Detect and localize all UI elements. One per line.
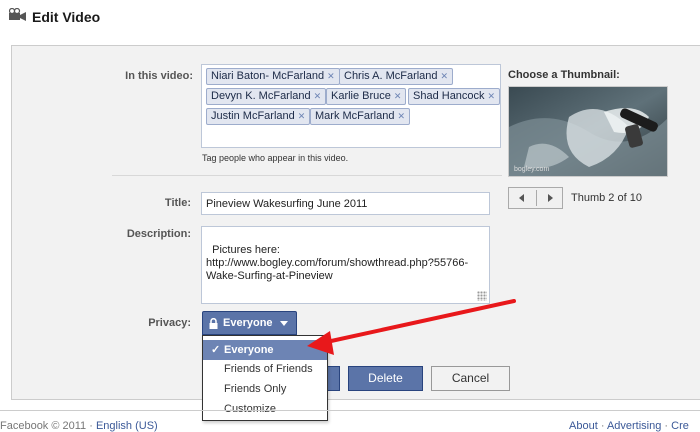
tag-token[interactable]: Shad Hancock ✕ <box>408 88 501 105</box>
title-input[interactable] <box>201 192 490 215</box>
remove-tag-icon[interactable]: ✕ <box>298 111 306 121</box>
tags-hint: Tag people who appear in this video. <box>202 153 349 163</box>
chevron-left-icon <box>519 194 524 202</box>
resize-grip-icon[interactable] <box>477 291 487 301</box>
privacy-option-everyone[interactable]: ✓ Everyone <box>203 340 327 360</box>
thumbnail-prev-button[interactable] <box>509 188 536 208</box>
remove-tag-icon[interactable]: ✕ <box>488 91 496 101</box>
tags-label: In this video: <box>125 70 193 82</box>
description-label: Description: <box>126 228 191 240</box>
copyright-text: Facebook © 2011 · <box>0 420 93 432</box>
dialog-header: Edit Video <box>0 0 700 34</box>
divider <box>112 175 502 176</box>
thumbnail-watermark: bogley.com <box>514 166 550 173</box>
privacy-dropdown-button[interactable]: Everyone <box>202 311 297 335</box>
delete-button[interactable]: Delete <box>348 366 423 391</box>
tag-name: Chris A. McFarland <box>344 70 438 82</box>
tag-name: Shad Hancock <box>413 90 485 102</box>
tag-token[interactable]: Mark McFarland ✕ <box>310 108 411 125</box>
create-page-link[interactable]: Cre <box>671 420 689 432</box>
tag-token[interactable]: Devyn K. McFarland ✕ <box>206 88 327 105</box>
video-camera-icon <box>9 8 26 21</box>
privacy-option-friends-of-friends[interactable]: Friends of Friends <box>203 359 327 379</box>
option-label: Customize <box>224 403 276 415</box>
thumbnail-picture <box>509 87 667 176</box>
description-textarea[interactable]: Pictures here: http://www.bogley.com/for… <box>201 226 490 304</box>
tag-name: Justin McFarland <box>211 110 295 122</box>
footer-separator: · <box>600 420 605 432</box>
footer-separator: · <box>664 420 669 432</box>
page-title: Edit Video <box>32 9 101 25</box>
privacy-label: Privacy: <box>148 317 191 329</box>
thumbnail-counter: Thumb 2 of 10 <box>571 192 642 204</box>
description-text: Pictures here: http://www.bogley.com/for… <box>206 244 469 282</box>
option-label: Friends Only <box>224 383 287 395</box>
tag-token[interactable]: Justin McFarland ✕ <box>206 108 311 125</box>
remove-tag-icon[interactable]: ✕ <box>327 71 335 81</box>
privacy-selected-label: Everyone <box>223 317 273 329</box>
checkmark-icon: ✓ <box>211 344 221 356</box>
cancel-button[interactable]: Cancel <box>431 366 510 391</box>
thumbnail-image[interactable]: bogley.com <box>508 86 668 177</box>
privacy-option-customize[interactable]: Customize <box>203 399 327 419</box>
tag-token[interactable]: Niari Baton- McFarland ✕ <box>206 68 340 85</box>
title-label: Title: <box>164 197 191 209</box>
tag-name: Karlie Bruce <box>331 90 391 102</box>
footer-divider <box>0 410 700 411</box>
chevron-down-icon <box>280 321 288 326</box>
thumbnail-next-button[interactable] <box>537 188 564 208</box>
advertising-link[interactable]: Advertising <box>607 420 661 432</box>
about-link[interactable]: About <box>569 420 598 432</box>
chevron-right-icon <box>548 194 553 202</box>
tag-people-input[interactable]: Niari Baton- McFarland ✕ Chris A. McFarla… <box>201 64 501 148</box>
thumbnail-nav <box>508 187 563 209</box>
tag-token[interactable]: Chris A. McFarland ✕ <box>339 68 454 85</box>
remove-tag-icon[interactable]: ✕ <box>394 91 402 101</box>
language-link[interactable]: English (US) <box>96 420 158 432</box>
tag-token[interactable]: Karlie Bruce ✕ <box>326 88 407 105</box>
tag-name: Devyn K. McFarland <box>211 90 311 102</box>
footer-left: Facebook © 2011 · English (US) <box>0 420 158 432</box>
tag-name: Mark McFarland <box>315 110 395 122</box>
option-label: Friends of Friends <box>224 363 313 375</box>
tag-name: Niari Baton- McFarland <box>211 70 325 82</box>
footer-right: About · Advertising · Cre <box>569 420 689 432</box>
remove-tag-icon[interactable]: ✕ <box>397 111 405 121</box>
privacy-option-friends-only[interactable]: Friends Only <box>203 379 327 399</box>
privacy-menu: ✓ Everyone Friends of Friends Friends On… <box>202 335 328 421</box>
lock-icon <box>209 317 218 329</box>
thumbnail-label: Choose a Thumbnail: <box>508 69 620 81</box>
remove-tag-icon[interactable]: ✕ <box>441 71 449 81</box>
option-label: Everyone <box>224 344 274 356</box>
remove-tag-icon[interactable]: ✕ <box>314 91 322 101</box>
